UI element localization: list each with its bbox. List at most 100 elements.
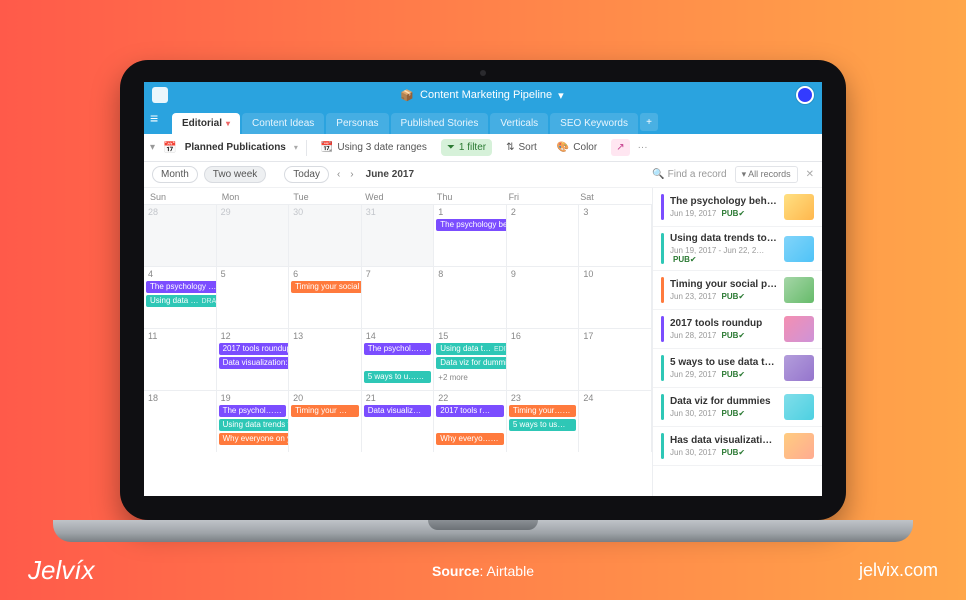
calendar-cell[interactable]: 30 xyxy=(289,204,362,266)
calendar-cell[interactable]: 17 xyxy=(579,328,652,390)
calendar-event[interactable]: 2017 tools roundupDRAFT xyxy=(219,343,290,355)
day-header: Sat xyxy=(580,192,652,202)
hamburger-icon[interactable]: ≡ xyxy=(150,110,158,126)
calendar-event[interactable]: Why everyone on your team need…DRAFT xyxy=(219,433,290,445)
calendar-event[interactable]: Using data trends to manage your merchan… xyxy=(219,419,290,431)
collapse-icon[interactable]: ▾ xyxy=(150,142,155,153)
calendar-event[interactable]: The psychol…EDIT xyxy=(364,343,432,355)
calendar-event[interactable]: 5 ways to u…DRAFT xyxy=(364,371,432,383)
calendar-event[interactable]: The psychology …DRAFT xyxy=(146,281,217,293)
record-card[interactable]: Data viz for dummiesJun 30, 2017 PUB✔ xyxy=(653,388,822,427)
date-ranges-chip[interactable]: 📆Using 3 date ranges xyxy=(315,139,433,156)
calendar-cell[interactable]: 18 xyxy=(144,390,217,452)
calendar-cell[interactable]: 3 xyxy=(579,204,652,266)
calendar-cell[interactable]: 20Timing your …EDIT xyxy=(289,390,362,452)
calendar-event[interactable]: Why everyo…EDIT xyxy=(436,433,504,445)
month-label: June 2017 xyxy=(366,169,414,180)
calendar-event[interactable]: Data viz for dummiesDRAFT xyxy=(436,357,507,369)
record-card[interactable]: Has data visualization ch…Jun 30, 2017 P… xyxy=(653,427,822,466)
site-url: jelvix.com xyxy=(859,560,938,581)
calendar-cell[interactable]: 4The psychology …DRAFTUsing data …DRAFT xyxy=(144,266,217,328)
tab-verticals[interactable]: Verticals xyxy=(490,113,548,134)
calendar-event[interactable]: Using data …DRAFT xyxy=(146,295,217,307)
sort-chip[interactable]: ⇅Sort xyxy=(500,139,543,156)
calendar-event[interactable]: 5 ways to us…EDIT xyxy=(509,419,577,431)
calendar-cell[interactable]: 23Timing your…PUB5 ways to us…EDIT xyxy=(507,390,580,452)
calendar-event[interactable]: Data visualization: Linking left brain &… xyxy=(219,357,290,369)
calendar-cell[interactable]: 28 xyxy=(144,204,217,266)
calendar-cell[interactable]: 2 xyxy=(507,204,580,266)
record-thumbnail xyxy=(784,277,814,303)
status-bar xyxy=(661,316,664,342)
calendar-event[interactable]: Data visualiz…EDIT xyxy=(364,405,432,417)
calendar-cell[interactable]: 122017 tools roundupDRAFTData visualizat… xyxy=(217,328,290,390)
calendar-cell[interactable]: 13 xyxy=(289,328,362,390)
calendar-cell[interactable]: 16 xyxy=(507,328,580,390)
page-background: 📦 Content Marketing Pipeline ▾ ≡ Editori… xyxy=(0,0,966,600)
calendar-event[interactable]: Timing your…PUB xyxy=(509,405,577,417)
table-tabbar: Editorial▾Content IdeasPersonasPublished… xyxy=(144,108,822,134)
chevron-down-icon: ▾ xyxy=(558,89,564,102)
range-two-week[interactable]: Two week xyxy=(204,166,266,183)
calendar-cell[interactable]: 7 xyxy=(362,266,435,328)
tab-personas[interactable]: Personas xyxy=(326,113,388,134)
calendar-cell[interactable]: 9 xyxy=(507,266,580,328)
base-title[interactable]: 📦 Content Marketing Pipeline ▾ xyxy=(400,89,563,102)
calendar-cell[interactable]: 5 xyxy=(217,266,290,328)
chevron-down-icon[interactable]: ▾ xyxy=(294,143,298,152)
close-icon[interactable]: ✕ xyxy=(806,169,814,180)
calendar-event[interactable]: The psychology behind data vizDRAFT xyxy=(436,219,507,231)
record-card[interactable]: 5 ways to use data to sell…Jun 29, 2017 … xyxy=(653,349,822,388)
record-meta: Jun 19, 2017 - Jun 22, 2… PUB✔ xyxy=(670,246,778,264)
today-button[interactable]: Today xyxy=(284,166,329,183)
tab-content-ideas[interactable]: Content Ideas xyxy=(242,113,324,134)
day-header: Wed xyxy=(365,192,437,202)
calendar-cell[interactable]: 15Using data t…EDITData viz for dummiesD… xyxy=(434,328,507,390)
calendar-cell[interactable]: 29 xyxy=(217,204,290,266)
calendar-event[interactable]: Timing your social posts for successDRAF… xyxy=(291,281,362,293)
calendar-cell[interactable]: 11 xyxy=(144,328,217,390)
calendar-cell[interactable]: 222017 tools r…Why everyo…EDIT xyxy=(434,390,507,452)
calendar-cell[interactable]: 31 xyxy=(362,204,435,266)
calendar-event[interactable]: The psychol…PUB xyxy=(219,405,287,417)
range-month[interactable]: Month xyxy=(152,166,198,183)
view-name[interactable]: Planned Publications xyxy=(185,142,286,153)
user-avatar[interactable] xyxy=(796,86,814,104)
prev-arrow-icon[interactable]: ‹ xyxy=(335,169,342,180)
more-events-link[interactable]: +2 more xyxy=(438,373,468,382)
calendar-cell[interactable]: 24 xyxy=(579,390,652,452)
day-header: Mon xyxy=(222,192,294,202)
app-screen: 📦 Content Marketing Pipeline ▾ ≡ Editori… xyxy=(144,82,822,496)
calendar-cell[interactable]: 14The psychol…EDIT5 ways to u…DRAFT xyxy=(362,328,435,390)
calendar-event[interactable]: Timing your …EDIT xyxy=(291,405,359,417)
search-input[interactable]: 🔍 Find a record xyxy=(652,169,726,180)
tab-editorial[interactable]: Editorial▾ xyxy=(172,113,240,134)
filter-icon: ⏷ xyxy=(447,142,455,153)
calendar-cell[interactable]: 19The psychol…PUBUsing data trends to ma… xyxy=(217,390,290,452)
color-chip[interactable]: 🎨Color xyxy=(551,139,603,156)
calendar-cell[interactable]: 10 xyxy=(579,266,652,328)
calendar-cell[interactable]: 6Timing your social posts for successDRA… xyxy=(289,266,362,328)
tab-published-stories[interactable]: Published Stories xyxy=(391,113,489,134)
calendar-cell[interactable]: 8 xyxy=(434,266,507,328)
airtable-logo[interactable] xyxy=(152,87,168,103)
day-header: Fri xyxy=(509,192,581,202)
calendar-cell[interactable]: 21Data visualiz…EDIT xyxy=(362,390,435,452)
all-records-dropdown[interactable]: ▾ All records xyxy=(735,166,798,183)
record-meta: Jun 29, 2017 PUB✔ xyxy=(670,370,778,379)
record-thumbnail xyxy=(784,236,814,262)
record-card[interactable]: Using data trends to man…Jun 19, 2017 - … xyxy=(653,227,822,271)
more-button[interactable]: ··· xyxy=(638,142,648,153)
record-card[interactable]: Timing your social posts …Jun 23, 2017 P… xyxy=(653,271,822,310)
record-card[interactable]: The psychology behind d…Jun 19, 2017 PUB… xyxy=(653,188,822,227)
calendar-event[interactable]: Using data t…EDIT xyxy=(436,343,507,355)
tab-seo-keywords[interactable]: SEO Keywords xyxy=(550,113,638,134)
calendar-event[interactable]: 2017 tools r… xyxy=(436,405,504,417)
share-button[interactable]: ↗ xyxy=(611,139,629,156)
add-table-button[interactable]: + xyxy=(640,113,658,131)
calendar-cell[interactable]: 1The psychology behind data vizDRAFT xyxy=(434,204,507,266)
next-arrow-icon[interactable]: › xyxy=(348,169,355,180)
status-bar xyxy=(661,233,664,264)
record-card[interactable]: 2017 tools roundupJun 28, 2017 PUB✔ xyxy=(653,310,822,349)
filter-chip[interactable]: ⏷1 filter xyxy=(441,139,492,156)
